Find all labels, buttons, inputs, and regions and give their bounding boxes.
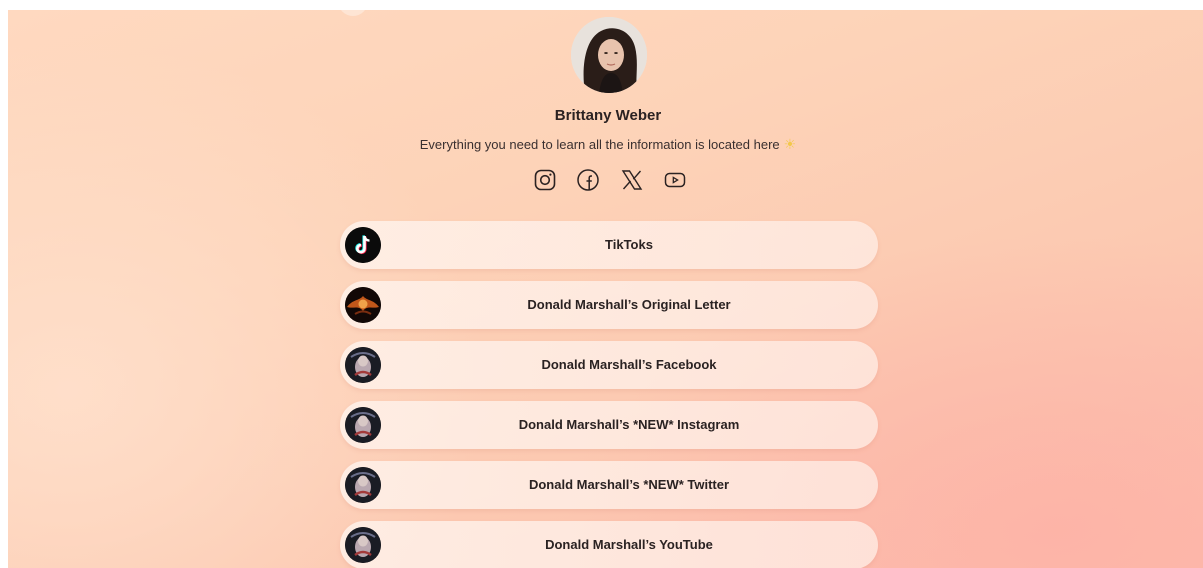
profile-name: Brittany Weber: [554, 107, 662, 124]
link-button-original-letter[interactable]: Donald Marshall’s Original Letter: [340, 281, 878, 329]
left-border: [0, 0, 8, 568]
link-label: Donald Marshall’s *NEW* Twitter: [528, 477, 730, 492]
tiktok-icon: [345, 227, 381, 263]
instagram-icon[interactable]: [530, 165, 560, 195]
link-button-tiktoks[interactable]: TikToks: [340, 221, 878, 269]
link-button-facebook[interactable]: Donald Marshall’s Facebook: [340, 341, 878, 389]
sun-emoji: ☀: [783, 136, 797, 152]
social-icons: [530, 165, 690, 195]
avatar-portrait-image: [571, 17, 647, 93]
link-label: TikToks: [605, 237, 653, 252]
profile-thumbnail-image: [345, 407, 381, 443]
link-label: Donald Marshall’s YouTube: [545, 537, 713, 552]
letter-thumbnail-image: [345, 287, 381, 323]
profile-bio: Everything you need to learn all the inf…: [300, 136, 916, 153]
x-icon[interactable]: [617, 165, 647, 195]
link-label: Donald Marshall’s Facebook: [541, 357, 717, 372]
profile-thumbnail-image: [345, 527, 381, 563]
profile-bio-text: Everything you need to learn all the inf…: [419, 137, 780, 152]
link-label: Donald Marshall’s *NEW* Instagram: [518, 417, 740, 432]
link-button-instagram[interactable]: Donald Marshall’s *NEW* Instagram: [340, 401, 878, 449]
link-list: TikToks Donald Marshall’s Original Lette…: [340, 221, 878, 568]
avatar: [571, 17, 647, 93]
link-button-twitter[interactable]: Donald Marshall’s *NEW* Twitter: [340, 461, 878, 509]
linktree-page: Brittany Weber Everything you need to le…: [0, 0, 1203, 568]
facebook-icon[interactable]: [573, 165, 603, 195]
link-button-youtube[interactable]: Donald Marshall’s YouTube: [340, 521, 878, 568]
profile-thumbnail-image: [345, 467, 381, 503]
profile-thumbnail-image: [345, 347, 381, 383]
youtube-icon[interactable]: [660, 165, 690, 195]
link-label: Donald Marshall’s Original Letter: [527, 297, 731, 312]
top-border: [0, 0, 1203, 10]
